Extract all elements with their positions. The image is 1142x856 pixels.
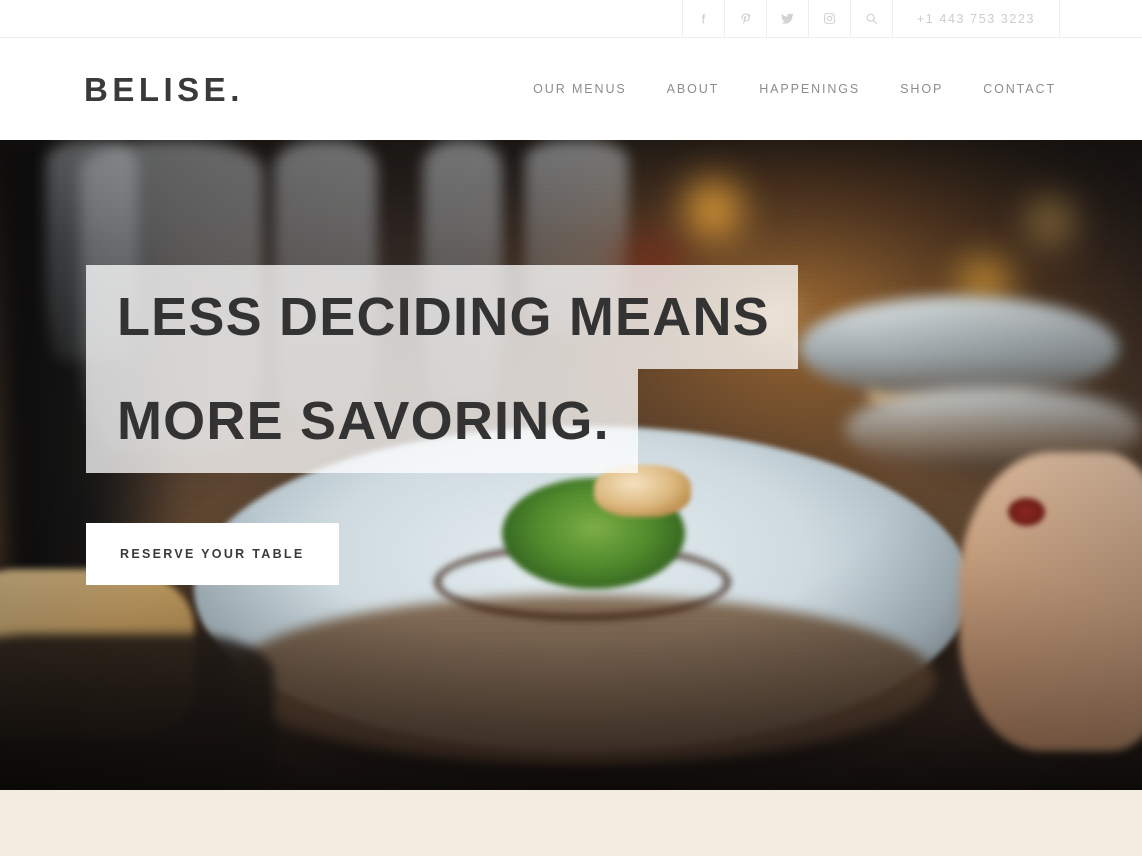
- twitter-icon: [780, 11, 795, 26]
- nav-item-happenings[interactable]: HAPPENINGS: [759, 82, 860, 96]
- hero-headline-line-2: MORE SAVORING.: [86, 369, 638, 473]
- search-icon: [865, 12, 878, 25]
- site-header: BELISE. OUR MENUS ABOUT HAPPENINGS SHOP …: [0, 38, 1142, 140]
- social-link-twitter[interactable]: [766, 0, 808, 37]
- phone-number[interactable]: +1 443 753 3223: [892, 0, 1060, 37]
- search-button[interactable]: [850, 0, 892, 37]
- hero-copy: LESS DECIDING MEANS MORE SAVORING. RESER…: [86, 265, 798, 585]
- social-link-pinterest[interactable]: [724, 0, 766, 37]
- pinterest-icon: [739, 12, 753, 26]
- nav-item-contact[interactable]: CONTACT: [983, 82, 1056, 96]
- nav-item-shop[interactable]: SHOP: [900, 82, 943, 96]
- nav-item-about[interactable]: ABOUT: [667, 82, 720, 96]
- hero-headline-line-1: LESS DECIDING MEANS: [86, 265, 798, 369]
- site-logo[interactable]: BELISE.: [84, 73, 244, 106]
- top-bar: +1 443 753 3223: [0, 0, 1142, 38]
- below-hero-section: [0, 790, 1142, 856]
- main-navigation: OUR MENUS ABOUT HAPPENINGS SHOP CONTACT: [533, 82, 1058, 96]
- facebook-icon: [697, 12, 710, 25]
- hero-headline-row-1: LESS DECIDING MEANS: [86, 265, 798, 369]
- hero-headline-row-2: MORE SAVORING.: [86, 369, 798, 473]
- social-link-facebook[interactable]: [682, 0, 724, 37]
- nav-item-our-menus[interactable]: OUR MENUS: [533, 82, 627, 96]
- reserve-table-button[interactable]: RESERVE YOUR TABLE: [86, 523, 339, 585]
- hero-section: LESS DECIDING MEANS MORE SAVORING. RESER…: [0, 140, 1142, 790]
- social-link-instagram[interactable]: [808, 0, 850, 37]
- instagram-icon: [823, 12, 836, 25]
